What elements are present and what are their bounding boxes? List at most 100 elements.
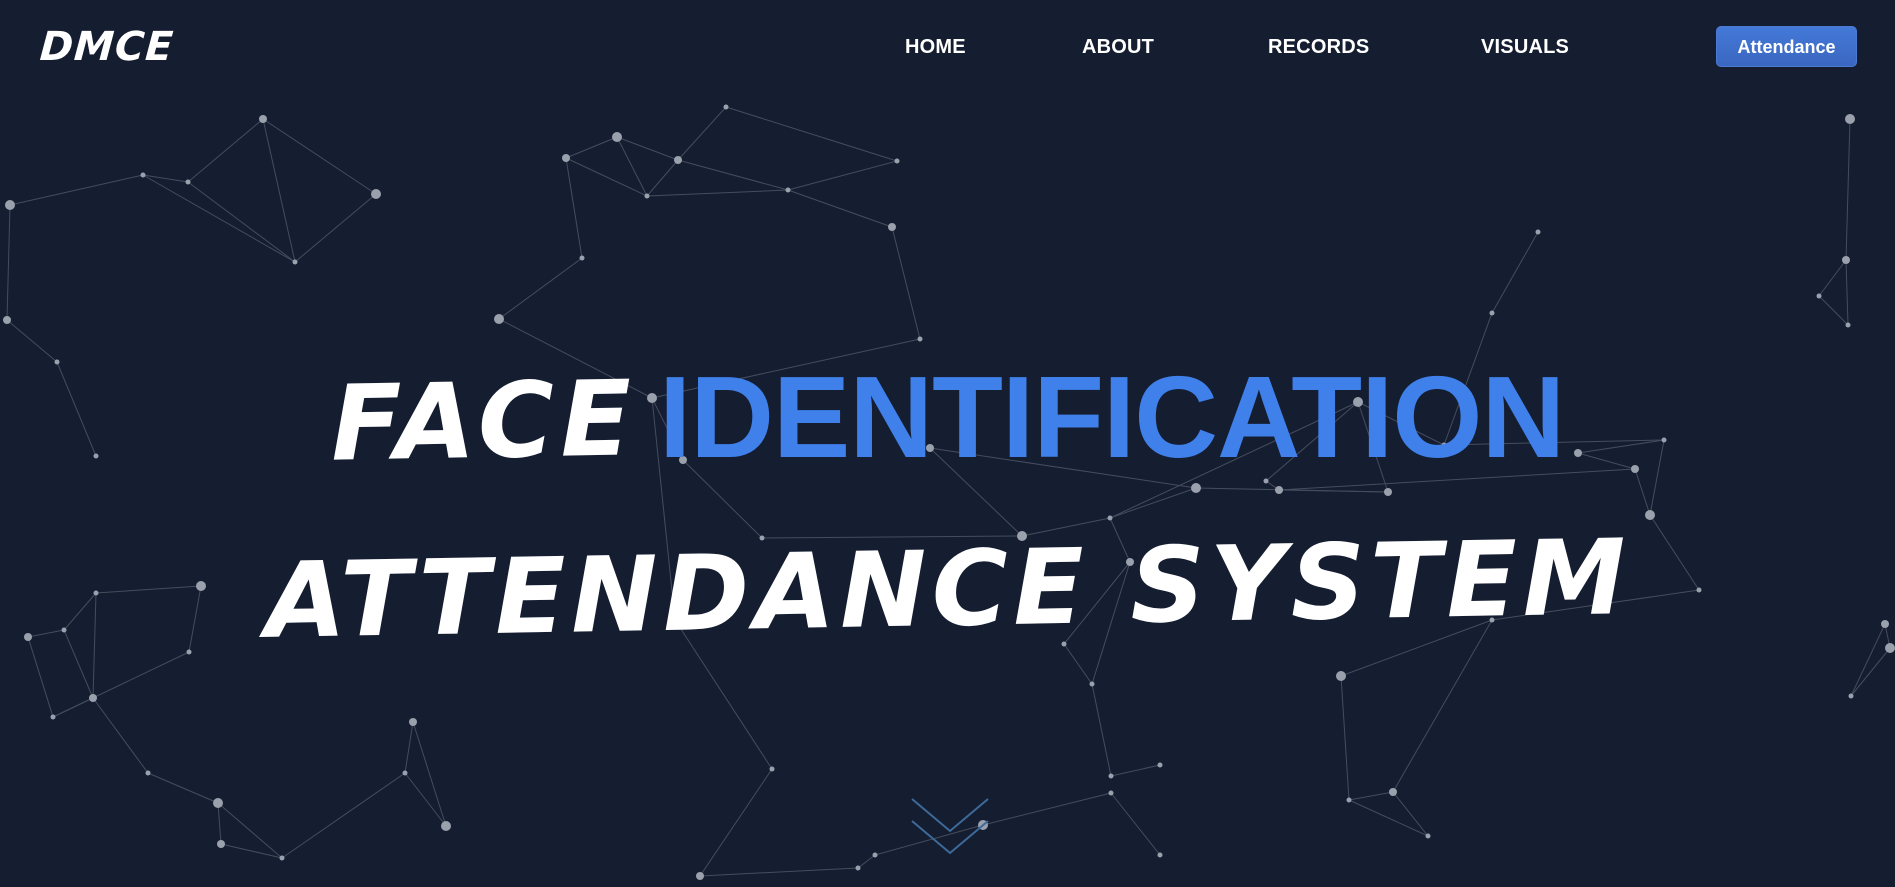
network-node [562,154,570,162]
network-node [50,714,56,720]
scroll-down-button[interactable] [908,795,992,865]
network-line [1091,683,1112,777]
network-node [5,200,15,210]
network-line [646,159,679,197]
network-node [785,187,791,193]
network-node [917,336,923,342]
network-node [1336,671,1346,681]
network-node [3,316,11,324]
network-node [674,156,682,164]
network-line [147,772,219,804]
network-node [1489,310,1495,316]
network-line [982,792,1112,826]
network-line [857,854,876,869]
network-line [787,189,893,228]
network-node [279,855,285,861]
network-node [1108,773,1114,779]
network-line [217,802,283,859]
network-node [292,259,298,265]
network-node [213,798,223,808]
network-line [646,189,789,197]
network-line [262,118,377,195]
hero-title-line-1: FACE IDENTIFICATION [0,350,1895,485]
network-node [259,115,267,123]
network-node [1191,483,1201,493]
network-line [1110,764,1161,777]
network-line [1818,295,1849,326]
network-line [1348,799,1429,837]
page: DMCE HOME ABOUT RECORDS VISUALS Attendan… [0,0,1895,887]
nav-link-visuals[interactable]: VISUALS [1481,30,1569,64]
network-node [1275,486,1283,494]
network-node [769,766,775,772]
network-node [494,314,504,324]
network-line [565,157,583,259]
network-node [894,158,900,164]
network-line [404,772,447,827]
network-node [1384,488,1392,496]
network-node [696,872,704,880]
network-node [855,865,861,871]
network-node [723,104,729,110]
network-line [187,181,296,263]
network-node [441,821,451,831]
network-node [1107,515,1113,521]
network-node [1108,790,1114,796]
network-line [1110,792,1161,856]
network-node [612,132,622,142]
network-node [1816,293,1822,299]
network-node [1535,229,1541,235]
network-node [1389,788,1397,796]
network-line [9,174,144,206]
network-line [187,118,264,183]
network-node [186,649,192,655]
network-line [565,136,618,159]
network-line [1278,489,1389,493]
nav-link-home[interactable]: HOME [905,30,966,64]
network-node [1346,797,1352,803]
hero-title-identification: IDENTIFICATION [658,352,1565,482]
network-node [89,694,97,702]
network-line [891,226,921,340]
network-line [725,106,898,162]
network-line [1340,675,1350,801]
network-line [699,867,859,877]
network-node [1845,114,1855,124]
network-node [185,179,191,185]
network-line [699,768,773,877]
network-line [1491,231,1539,314]
network-line [1392,791,1429,837]
network-line [142,174,296,263]
network-line [1109,487,1197,519]
network-line [281,772,406,859]
network-node [888,223,896,231]
network-node [644,193,650,199]
network-line [404,721,414,774]
network-line [262,118,296,263]
network-node [409,718,417,726]
attendance-button[interactable]: Attendance [1716,26,1857,67]
network-line [220,843,283,859]
network-node [140,172,146,178]
network-node [579,255,585,261]
network-line [677,106,727,161]
nav-link-records[interactable]: RECORDS [1268,30,1369,64]
network-line [294,193,377,263]
network-line [52,697,94,718]
network-line [1348,791,1394,801]
network-line [1063,643,1093,685]
network-node [1842,256,1850,264]
network-line [677,159,789,191]
network-node [1645,510,1655,520]
network-line [616,136,679,161]
network-line [92,697,149,774]
network-line [1845,259,1849,326]
nav-link-about[interactable]: ABOUT [1082,30,1154,64]
network-node [402,770,408,776]
network-node [1157,762,1163,768]
navbar: DMCE HOME ABOUT RECORDS VISUALS Attendan… [0,0,1895,94]
network-line [412,721,447,827]
network-node [1089,681,1095,687]
network-line [1818,259,1847,297]
network-line [787,160,898,191]
